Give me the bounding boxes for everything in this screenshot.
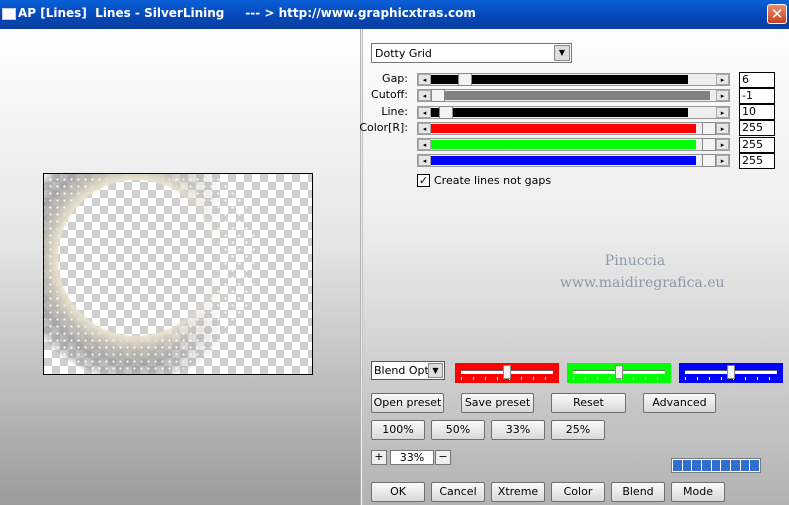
slider-fill (431, 91, 711, 100)
create-lines-checkbox[interactable]: ✓ (417, 174, 430, 187)
color-mini-slider-0[interactable] (455, 363, 559, 383)
button-save-preset[interactable]: Save preset (461, 393, 534, 413)
progress-segment (721, 460, 731, 471)
button-color[interactable]: Color (551, 482, 605, 502)
create-lines-label: Create lines not gaps (434, 174, 552, 187)
slider-track[interactable] (431, 106, 716, 119)
button-blend[interactable]: Blend (611, 482, 665, 502)
blend-options-select[interactable]: Blend Options ▼ (371, 361, 445, 380)
progress-segment (692, 460, 702, 471)
blend-options-value: Blend Options (374, 364, 428, 377)
window-title: AP [Lines] Lines - SilverLining --- > ht… (18, 6, 476, 20)
arrow-left-icon[interactable]: ◂ (418, 74, 431, 85)
slider-thumb[interactable] (702, 122, 716, 135)
slider-value-field[interactable]: -1 (739, 88, 775, 104)
watermark: Pinuccia www.maidiregrafica.eu (560, 250, 725, 294)
slider-3[interactable]: ◂ ▸ (417, 122, 730, 135)
slider-track[interactable] (431, 154, 716, 167)
slider-1[interactable]: ◂ ▸ (417, 89, 730, 102)
chevron-down-icon[interactable]: ▼ (554, 45, 570, 61)
slider-fill (431, 156, 697, 165)
button-advanced[interactable]: Advanced (643, 393, 716, 413)
slider-thumb[interactable] (503, 365, 511, 379)
arrow-right-icon[interactable]: ▸ (716, 107, 729, 118)
slider-4[interactable]: ◂ ▸ (417, 138, 730, 151)
arrow-left-icon[interactable]: ◂ (418, 107, 431, 118)
slider-value-field[interactable]: 255 (739, 153, 775, 169)
slider-2[interactable]: ◂ ▸ (417, 106, 730, 119)
preset-dropdown-value: Dotty Grid (375, 47, 432, 60)
chevron-down-icon[interactable]: ▼ (428, 363, 443, 378)
button-open-preset[interactable]: Open preset (371, 393, 444, 413)
slider-track[interactable] (431, 122, 716, 135)
button-ok[interactable]: OK (371, 482, 425, 502)
slider-track[interactable] (431, 73, 716, 86)
zoom-out-button[interactable]: − (435, 450, 451, 465)
zoom-in-button[interactable]: + (371, 450, 387, 465)
slider-value-field[interactable]: 6 (739, 72, 775, 88)
color-mini-slider-2[interactable] (679, 363, 783, 383)
slider-label: Cutoff: (371, 88, 408, 101)
progress-segment (702, 460, 711, 471)
slider-thumb[interactable] (615, 365, 623, 379)
zoom-button-25[interactable]: 25% (551, 420, 605, 440)
progress-segment (711, 460, 721, 471)
slider-0[interactable]: ◂ ▸ (417, 73, 730, 86)
slider-thumb[interactable] (458, 73, 473, 86)
slider-fill (431, 124, 697, 133)
progress-indicator (671, 458, 761, 473)
zoom-button-50[interactable]: 50% (431, 420, 485, 440)
button-xtreme[interactable]: Xtreme (491, 482, 545, 502)
slider-thumb[interactable] (702, 154, 716, 167)
slider-5[interactable]: ◂ ▸ (417, 154, 730, 167)
progress-segment (740, 460, 750, 471)
progress-segment (731, 460, 740, 471)
button-cancel[interactable]: Cancel (431, 482, 485, 502)
arrow-left-icon[interactable]: ◂ (418, 90, 431, 101)
slider-value-field[interactable]: 255 (739, 137, 775, 153)
arrow-left-icon[interactable]: ◂ (418, 123, 431, 134)
arrow-left-icon[interactable]: ◂ (418, 155, 431, 166)
slider-label: Gap: (382, 72, 408, 85)
arrow-left-icon[interactable]: ◂ (418, 139, 431, 150)
slider-label: Line: (381, 105, 408, 118)
progress-segment (682, 460, 692, 471)
slider-fill (431, 140, 697, 149)
slider-label: Color[R]: (359, 121, 408, 134)
slider-track[interactable] (431, 89, 716, 102)
arrow-right-icon[interactable]: ▸ (716, 155, 729, 166)
preview-dot-grid (44, 174, 260, 374)
progress-segment (673, 460, 682, 471)
slider-thumb[interactable] (702, 138, 716, 151)
slider-value-field[interactable]: 255 (739, 120, 775, 136)
title-bar: AP [Lines] Lines - SilverLining --- > ht… (0, 0, 789, 29)
zoom-level-field[interactable]: 33% (390, 450, 434, 465)
slider-value-field[interactable]: 10 (739, 104, 775, 120)
preview-canvas[interactable] (43, 173, 313, 375)
color-mini-slider-1[interactable] (567, 363, 671, 383)
zoom-button-100[interactable]: 100% (371, 420, 425, 440)
slider-thumb[interactable] (727, 365, 735, 379)
button-mode[interactable]: Mode (671, 482, 725, 502)
arrow-right-icon[interactable]: ▸ (716, 123, 729, 134)
watermark-name: Pinuccia (604, 253, 666, 269)
slider-thumb[interactable] (431, 89, 445, 102)
arrow-right-icon[interactable]: ▸ (716, 90, 729, 101)
checkmark-icon: ✓ (418, 174, 429, 187)
slider-fill (431, 108, 688, 117)
progress-segment (750, 460, 760, 471)
arrow-right-icon[interactable]: ▸ (716, 139, 729, 150)
slider-track[interactable] (431, 138, 716, 151)
arrow-right-icon[interactable]: ▸ (716, 74, 729, 85)
window-icon (2, 8, 16, 20)
button-reset[interactable]: Reset (551, 393, 626, 413)
slider-thumb[interactable] (439, 106, 454, 119)
close-button[interactable]: ✕ (767, 4, 787, 24)
watermark-url: www.maidiregrafica.eu (560, 275, 725, 291)
zoom-button-33[interactable]: 33% (491, 420, 545, 440)
preset-dropdown[interactable]: Dotty Grid ▼ (371, 43, 572, 63)
